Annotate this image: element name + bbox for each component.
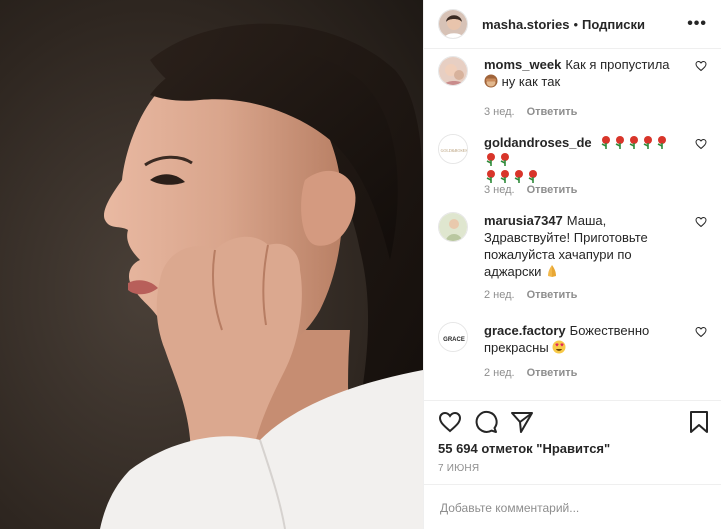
comment-text-block: moms_week Как я пропустила ну как так xyxy=(484,56,679,90)
rose-icon xyxy=(601,136,611,149)
like-comment-heart-icon[interactable] xyxy=(695,60,707,72)
comment-meta: 2 нед. Ответить xyxy=(484,289,577,301)
header-separator: • xyxy=(573,16,578,32)
comment-username[interactable]: marusia7347 xyxy=(484,213,563,228)
rose-icon xyxy=(486,170,495,183)
bookmark-icon[interactable] xyxy=(687,410,711,434)
rose-icon xyxy=(615,136,625,149)
rose-icon xyxy=(657,136,667,149)
like-comment-heart-icon[interactable] xyxy=(695,326,707,338)
commenter-avatar[interactable] xyxy=(438,212,468,242)
share-send-icon[interactable] xyxy=(510,410,534,434)
add-comment-bar xyxy=(424,484,721,530)
rose-icon xyxy=(528,170,537,183)
comment-time: 2 нед. xyxy=(484,367,515,379)
comment-text-block: grace.factory Божественно прекрасны xyxy=(484,322,679,356)
comment-item: GRACE grace.factory Божественно прекрасны… xyxy=(438,322,707,392)
rose-icon xyxy=(514,170,523,183)
commenter-avatar[interactable] xyxy=(438,56,468,86)
likes-count[interactable]: 55 694 отметок "Нравится" xyxy=(438,441,610,456)
portrait-image xyxy=(0,0,423,529)
comment-text-block: marusia7347 Маша, Здравствуйте! Приготовь… xyxy=(484,212,679,280)
more-dots-icon[interactable]: ••• xyxy=(687,15,707,33)
reply-button[interactable]: Ответить xyxy=(527,289,578,301)
rose-icon xyxy=(500,170,509,183)
folded-hands-icon xyxy=(548,265,557,277)
comment-meta: 2 нед. Ответить xyxy=(484,367,577,379)
like-comment-heart-icon[interactable] xyxy=(695,138,707,150)
see-no-evil-monkey-icon xyxy=(484,74,498,88)
add-comment-input[interactable] xyxy=(438,499,707,516)
like-heart-icon[interactable] xyxy=(438,410,462,434)
like-comment-heart-icon[interactable] xyxy=(695,216,707,228)
grace-logo-text: GRACE xyxy=(443,337,465,343)
commenter-avatar[interactable]: GOLD&ROSES xyxy=(438,134,468,164)
svg-text:GOLD&ROSES: GOLD&ROSES xyxy=(441,148,468,153)
comment-meta: 3 нед. Ответить xyxy=(484,184,577,196)
post-side-panel: masha.stories • Подписки ••• moms_week Ка… xyxy=(423,0,721,529)
comment-item: moms_week Как я пропустила ну как так 3 н… xyxy=(438,56,707,126)
rose-icon xyxy=(500,153,509,166)
post-photo[interactable] xyxy=(0,0,423,529)
comment-text-2: ну как так xyxy=(501,74,561,89)
comment-text-block: goldandroses_de xyxy=(484,134,679,185)
reply-button[interactable]: Ответить xyxy=(527,184,578,196)
comment-item: marusia7347 Маша, Здравствуйте! Приготовь… xyxy=(438,212,707,312)
comment-username[interactable]: goldandroses_de xyxy=(484,135,592,150)
comment-time: 3 нед. xyxy=(484,106,515,118)
heart-eyes-icon xyxy=(552,340,566,354)
post-actions xyxy=(424,400,721,441)
post-header: masha.stories • Подписки ••• xyxy=(424,0,721,49)
comment-username[interactable]: moms_week xyxy=(484,57,561,72)
author-username[interactable]: masha.stories xyxy=(482,17,569,32)
following-button[interactable]: Подписки xyxy=(582,17,645,32)
reply-button[interactable]: Ответить xyxy=(527,106,578,118)
comment-text: Как я пропустила xyxy=(565,57,670,72)
comment-bubble-icon[interactable] xyxy=(474,410,498,434)
comment-time: 2 нед. xyxy=(484,289,515,301)
comment-item: GOLD&ROSES goldandroses_de 3 нед. Ответит… xyxy=(438,134,707,204)
comment-meta: 3 нед. Ответить xyxy=(484,106,577,118)
rose-icon xyxy=(643,136,653,149)
reply-button[interactable]: Ответить xyxy=(527,367,578,379)
commenter-avatar[interactable]: GRACE xyxy=(438,322,468,352)
post-date: 7 ИЮНЯ xyxy=(438,463,480,474)
comments-list: moms_week Как я пропустила ну как так 3 н… xyxy=(424,50,721,400)
author-avatar[interactable] xyxy=(438,9,468,39)
action-icons-row xyxy=(424,401,721,441)
rose-icon xyxy=(486,153,495,166)
comment-username[interactable]: grace.factory xyxy=(484,323,566,338)
rose-icon xyxy=(629,136,639,149)
comment-time: 3 нед. xyxy=(484,184,515,196)
